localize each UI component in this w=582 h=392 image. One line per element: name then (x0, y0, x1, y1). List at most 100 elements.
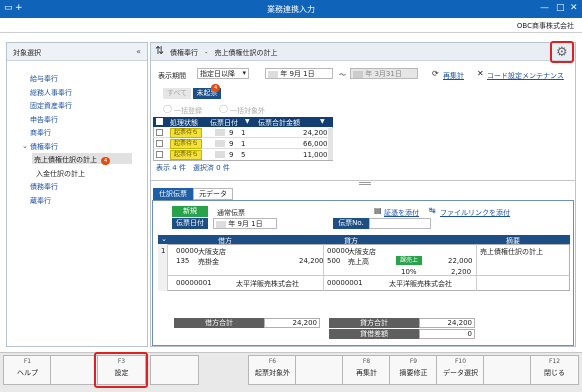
f11-button[interactable] (483, 355, 532, 385)
fkey-label: F9 (409, 358, 418, 365)
debit-partner-code[interactable]: 00000001 (176, 279, 212, 287)
splitter[interactable] (151, 180, 575, 181)
period-mode-value: 指定日以降 (200, 70, 235, 78)
debit-account-code[interactable]: 135 (176, 257, 189, 265)
title-bar: ▭ + 業務連携入力 — □ ✕ (0, 0, 582, 18)
sidebar-item-sales[interactable]: 商奉行 (30, 128, 51, 138)
start-date-value: 年 9月 1日 (280, 70, 315, 78)
radio-bulk-exclude[interactable]: ◯ (219, 104, 228, 113)
row-checkbox[interactable] (156, 140, 163, 147)
fkey-text: 起票対象外 (255, 369, 290, 377)
memo-text[interactable]: 売上債権仕訳の計上 (480, 247, 543, 257)
row-divider (168, 275, 570, 276)
sidebar-item-payroll[interactable]: 給与奉行 (30, 74, 58, 84)
period-mode-select[interactable]: 指定日以降 ▾ (197, 68, 249, 79)
filter-all[interactable]: すべて (163, 88, 191, 99)
sidebar-item-tax[interactable]: 申告奉行 (30, 115, 58, 125)
f4-button[interactable] (150, 355, 199, 385)
sync-icon: ⇅ (155, 44, 165, 57)
select-all-checkbox[interactable] (156, 118, 163, 125)
col-date: 伝票日付 (210, 119, 238, 127)
fkey-label: F10 (454, 358, 467, 365)
debit-dept-name: 大阪支店 (198, 248, 226, 256)
era-field (216, 220, 226, 228)
row-checkbox[interactable] (156, 151, 163, 158)
refresh-icon[interactable]: ⟳ (432, 69, 439, 78)
row-month: 9 (229, 129, 234, 137)
close-icon[interactable]: ✕ (570, 3, 578, 14)
credit-account-name: 売上高 (348, 258, 369, 266)
maximize-icon[interactable]: □ (556, 3, 565, 14)
debit-total: 24,200 (264, 318, 320, 328)
sidebar-item-fixed-assets[interactable]: 固定資産奉行 (30, 101, 72, 111)
debit-amount[interactable]: 24,200 (299, 257, 324, 265)
f6-exclude-button[interactable]: F6 起票対象外 (248, 355, 297, 385)
f1-help-button[interactable]: F1 ヘルプ (3, 355, 52, 385)
link-icon[interactable]: ↹ (429, 206, 436, 215)
era-field (215, 129, 225, 136)
voucher-no-label: 伝票No. (333, 218, 369, 229)
table-row[interactable]: 起票待ち 9 5 11,000 (153, 150, 328, 160)
attach-evidence-link[interactable]: 証憑を添付 (384, 208, 419, 218)
f12-close-button[interactable]: F12 閉じる (530, 355, 579, 385)
status-chip: 起票待ち (170, 139, 203, 149)
fkey-label: F6 (268, 358, 277, 365)
code-settings-link[interactable]: コード設定メンテナンス (487, 71, 564, 81)
collapse-icon[interactable]: « (136, 47, 141, 56)
expand-chevron-icon[interactable]: ⌄ (22, 142, 28, 150)
credit-amount[interactable]: 22,000 (448, 257, 473, 265)
tools-icon[interactable]: ✕ (477, 69, 484, 78)
credit-dept-code[interactable]: 00000 (327, 247, 349, 255)
voucher-date-input[interactable]: 年 9月 1日 (213, 218, 277, 229)
target-sidebar: 対象選択 « (6, 42, 148, 347)
recalc-link[interactable]: 再集計 (443, 71, 464, 81)
sidebar-title: 対象選択 (13, 49, 41, 57)
fkey-text: ヘルプ (17, 369, 38, 377)
sidebar-item-receivables[interactable]: 債権奉行 (30, 142, 58, 152)
sort-icon[interactable]: ▼ (245, 118, 250, 125)
credit-account-code[interactable]: 500 (327, 257, 340, 265)
splitter-grip-icon[interactable] (359, 182, 371, 185)
file-link-attach[interactable]: ファイルリンクを添付 (440, 208, 510, 218)
fkey-text: 再集計 (356, 369, 377, 377)
start-date-input[interactable]: 年 9月 1日 (265, 68, 333, 79)
f9-memo-edit-button[interactable]: F9 摘要修正 (389, 355, 438, 385)
table-row[interactable]: 起票待ち 9 1 24,200 (153, 128, 328, 138)
count-badge: 4 (101, 157, 111, 165)
row-month: 9 (229, 140, 234, 148)
end-date-input[interactable]: 年 3月31日 (350, 68, 418, 79)
attach-icon[interactable]: ▤ (374, 206, 382, 215)
col-status: 処理状態 (170, 119, 198, 127)
f7-button[interactable] (295, 355, 344, 385)
sidebar-item-sales-journal[interactable]: 売上債権仕訳の計上 4 (32, 153, 132, 165)
debit-dept-code[interactable]: 00000 (176, 247, 198, 255)
table-row[interactable]: 起票待ち 9 1 66,000 (153, 139, 328, 149)
sort-icon[interactable]: ▼ (320, 118, 325, 125)
sidebar-item-payables[interactable]: 債務奉行 (30, 182, 58, 192)
list-scrollbar[interactable] (328, 128, 333, 160)
f10-data-select-button[interactable]: F10 データ選択 (436, 355, 485, 385)
col-amount: 伝票合計金額 (258, 119, 300, 127)
credit-partner-code[interactable]: 00000001 (327, 279, 363, 287)
f8-recalc-button[interactable]: F8 再集計 (342, 355, 391, 385)
credit-dept-name: 大阪支店 (348, 248, 376, 256)
radio-bulk-register[interactable]: ◯ (163, 104, 172, 113)
range-separator: ～ (339, 71, 346, 79)
sidebar-item-hr[interactable]: 総務人事奉行 (30, 88, 72, 98)
tab-journal[interactable]: 仕訳伝票 (153, 188, 193, 200)
row-month: 9 (229, 151, 234, 159)
chevron-down-icon: ▾ (242, 69, 246, 77)
tab-original-data[interactable]: 元データ (193, 188, 233, 200)
sidebar-item-receipt-journal[interactable]: 入金仕訳の計上 (36, 169, 85, 179)
collapse-chevron-icon[interactable]: ⌄ (161, 235, 167, 243)
fkey-text: 摘要修正 (399, 369, 428, 377)
diff-label: 貸借差額 (329, 329, 419, 339)
row-checkbox[interactable] (156, 129, 163, 136)
f2-button[interactable] (50, 355, 99, 385)
tax-category-badge: 課売上 (396, 256, 422, 265)
voucher-no-input[interactable] (369, 218, 431, 229)
end-date-value: 年 3月31日 (365, 70, 402, 78)
new-badge: 新規 (172, 206, 208, 217)
sidebar-item-inventory[interactable]: 蔵奉行 (30, 196, 51, 206)
minimize-icon[interactable]: — (540, 3, 549, 14)
